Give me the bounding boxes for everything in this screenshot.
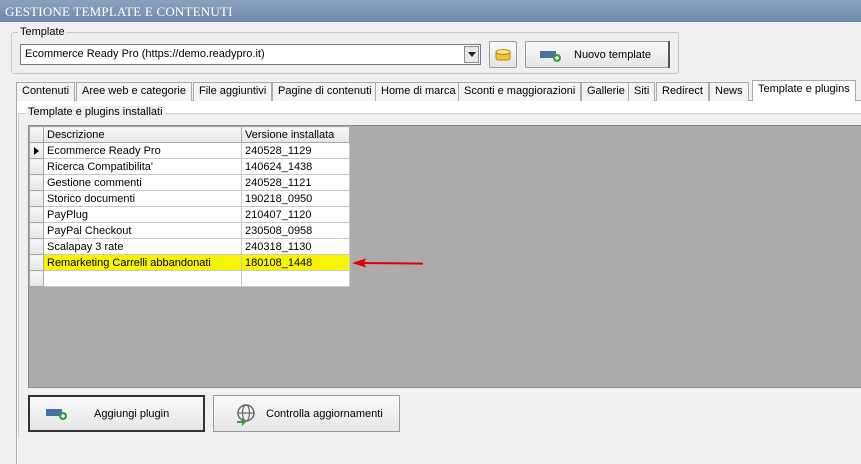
plugin-description[interactable]: Ricerca Compatibilita'	[43, 158, 242, 175]
new-template-label: Nuovo template	[574, 48, 652, 61]
plugin-version[interactable]: 210407_1120	[241, 206, 350, 223]
add-plugin-icon	[46, 408, 67, 420]
plugin-description[interactable]: Ecommerce Ready Pro	[43, 142, 242, 159]
toolbar-separator	[668, 41, 670, 68]
plugin-version[interactable]: 190218_0950	[241, 190, 350, 207]
new-template-button[interactable]: Nuovo template	[525, 41, 669, 68]
table-row[interactable]: Gestione commenti 240528_1121	[29, 174, 350, 191]
table-row[interactable]: Ecommerce Ready Pro 240528_1129	[29, 142, 350, 159]
table-row[interactable]: Storico documenti 190218_0950	[29, 190, 350, 207]
column-header-description[interactable]: Descrizione	[43, 126, 242, 143]
dropdown-arrow-icon[interactable]	[464, 46, 479, 63]
globe-update-icon	[237, 403, 255, 426]
tab-pagine-contenuti[interactable]: Pagine di contenuti	[272, 82, 378, 101]
tab-file-aggiuntivi[interactable]: File aggiuntivi	[193, 82, 273, 101]
table-row[interactable]: Ricerca Compatibilita' 140624_1438	[29, 158, 350, 175]
tab-redirect[interactable]: Redirect	[656, 82, 709, 101]
grid-header-row: Descrizione Versione installata	[29, 126, 350, 143]
row-indicator[interactable]	[29, 206, 44, 223]
template-group-label: Template	[18, 26, 67, 38]
new-row-version[interactable]	[241, 270, 350, 287]
plugins-grid: Descrizione Versione installata Ecommerc…	[29, 126, 350, 287]
plugin-version[interactable]: 140624_1438	[241, 158, 350, 175]
plugin-version[interactable]: 240528_1121	[241, 174, 350, 191]
add-plugin-label: Aggiungi plugin	[94, 407, 170, 420]
plugin-version[interactable]: 230508_0958	[241, 222, 350, 239]
table-row[interactable]: Scalapay 3 rate 240318_1130	[29, 238, 350, 255]
tab-gallerie[interactable]: Gallerie	[581, 82, 631, 101]
plugin-description[interactable]: PayPlug	[43, 206, 242, 223]
add-template-icon	[540, 50, 561, 62]
plugin-description[interactable]: Remarketing Carrelli abbandonati	[43, 254, 242, 271]
template-select-value: Ecommerce Ready Pro (https://demo.readyp…	[25, 48, 265, 60]
plugin-description[interactable]: Scalapay 3 rate	[43, 238, 242, 255]
table-row[interactable]: PayPlug 210407_1120	[29, 206, 350, 223]
table-row-new[interactable]	[29, 270, 350, 287]
tab-contenuti[interactable]: Contenuti	[16, 82, 76, 101]
row-indicator[interactable]	[29, 254, 44, 271]
tab-aree-web[interactable]: Aree web e categorie	[76, 82, 192, 101]
red-arrow-annotation	[352, 258, 424, 268]
new-row-description[interactable]	[43, 270, 242, 287]
column-header-version[interactable]: Versione installata	[241, 126, 350, 143]
row-indicator[interactable]	[29, 222, 44, 239]
plugin-version[interactable]: 240528_1129	[241, 142, 350, 159]
tab-home-marca[interactable]: Home di marca	[375, 82, 462, 101]
add-plugin-button[interactable]: Aggiungi plugin	[28, 395, 205, 432]
current-row-icon	[34, 146, 39, 155]
tab-news[interactable]: News	[709, 82, 749, 101]
row-indicator[interactable]	[29, 270, 44, 287]
row-indicator[interactable]	[29, 174, 44, 191]
check-updates-label: Controlla aggiornamenti	[266, 407, 383, 420]
table-row[interactable]: PayPal Checkout 230508_0958	[29, 222, 350, 239]
open-template-button[interactable]	[489, 41, 517, 68]
plugin-description[interactable]: Gestione commenti	[43, 174, 242, 191]
plugins-group-label: Template e plugins installati	[26, 106, 165, 118]
tab-siti[interactable]: Siti	[628, 82, 656, 101]
database-icon	[495, 48, 511, 60]
grid-corner	[29, 126, 44, 143]
plugin-version[interactable]: 180108_1448	[241, 254, 350, 271]
plugin-description[interactable]: Storico documenti	[43, 190, 242, 207]
template-select[interactable]: Ecommerce Ready Pro (https://demo.readyp…	[20, 44, 481, 65]
table-row-highlighted[interactable]: Remarketing Carrelli abbandonati 180108_…	[29, 254, 350, 271]
row-indicator[interactable]	[29, 190, 44, 207]
window-title: GESTIONE TEMPLATE E CONTENUTI	[0, 0, 861, 22]
check-updates-button[interactable]: Controlla aggiornamenti	[213, 395, 400, 432]
tab-sconti[interactable]: Sconti e maggiorazioni	[458, 82, 582, 101]
row-indicator[interactable]	[29, 238, 44, 255]
tab-template-plugins[interactable]: Template e plugins	[752, 80, 856, 101]
row-indicator[interactable]	[29, 142, 44, 159]
plugin-version[interactable]: 240318_1130	[241, 238, 350, 255]
plugin-description[interactable]: PayPal Checkout	[43, 222, 242, 239]
row-indicator[interactable]	[29, 158, 44, 175]
